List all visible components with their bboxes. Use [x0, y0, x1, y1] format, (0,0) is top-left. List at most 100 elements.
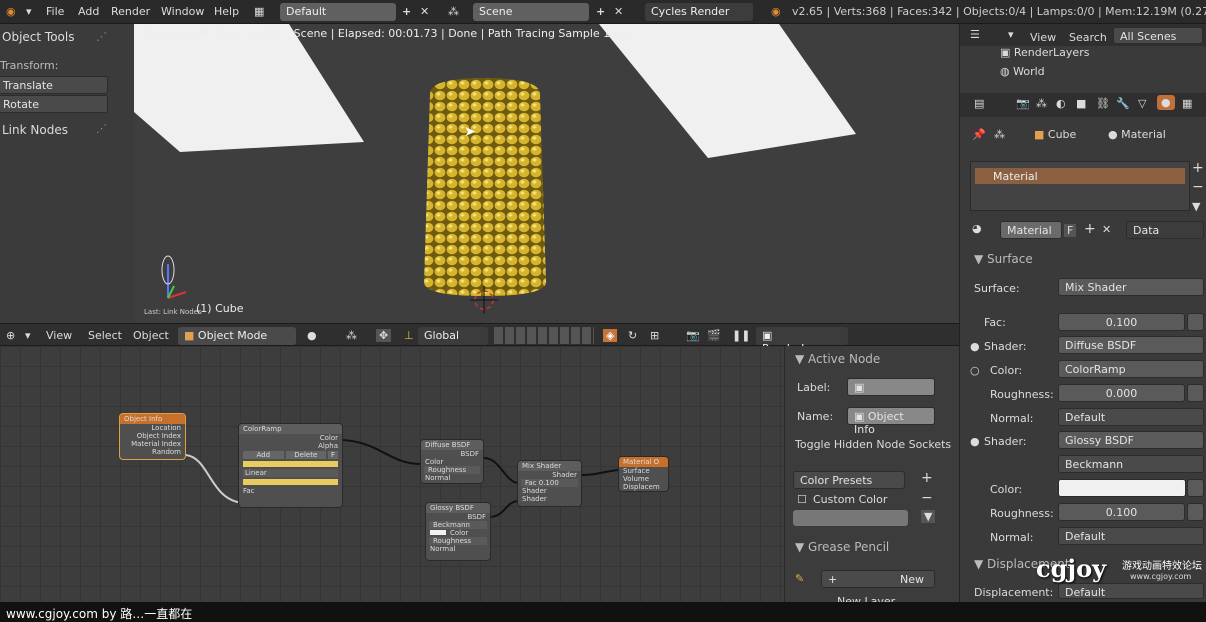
distribution-select[interactable]: Beckmann: [429, 521, 487, 529]
render-icon[interactable]: 📷: [686, 329, 700, 342]
toggle-hidden-sockets-button[interactable]: Toggle Hidden Node Sockets: [795, 438, 951, 451]
transform-orientation-icon[interactable]: ⊥: [404, 329, 414, 342]
color-link-icon[interactable]: ○: [970, 364, 980, 377]
node-mix-shader[interactable]: Mix Shader Shader Fac 0.100 Shader Shade…: [517, 460, 582, 507]
socket-bsdf[interactable]: BSDF: [421, 450, 483, 458]
proportional-edit-icon[interactable]: ◈: [603, 329, 618, 342]
socket-normal[interactable]: Normal: [426, 545, 490, 553]
socket-roughness[interactable]: Roughness: [424, 466, 480, 474]
roughness-slider[interactable]: 0.000: [1058, 384, 1185, 402]
data-tab-icon[interactable]: ▽: [1138, 97, 1146, 110]
socket-shader-1[interactable]: Shader: [518, 487, 581, 495]
custom-color-swatch[interactable]: [793, 510, 908, 526]
node-colorramp[interactable]: ColorRamp Color Alpha Add Delete F Linea…: [238, 423, 343, 508]
outliner-view-menu[interactable]: View: [1030, 31, 1056, 44]
fac-slider[interactable]: 0.100: [1058, 313, 1185, 331]
manipulator-icon[interactable]: ✥: [376, 329, 392, 342]
properties-editor-icon[interactable]: ▤: [974, 97, 984, 110]
scene-tab-icon[interactable]: ◐: [1056, 97, 1066, 110]
texture-tab-icon[interactable]: ▦: [1182, 97, 1192, 110]
material-name-field[interactable]: Material: [1000, 221, 1062, 239]
socket-surface[interactable]: Surface: [619, 467, 668, 475]
distribution-select[interactable]: Beckmann: [1058, 455, 1204, 473]
delete-stop-button[interactable]: Delete: [285, 451, 326, 459]
glossy-color-swatch[interactable]: [1058, 479, 1186, 497]
add-scene-icon[interactable]: +: [596, 5, 605, 18]
normal-select[interactable]: Default: [1058, 408, 1204, 426]
pin-icon[interactable]: 📌: [972, 128, 986, 141]
snap-target-icon[interactable]: ⊞: [650, 329, 659, 342]
outliner-item-world[interactable]: ◍ World: [1000, 65, 1045, 78]
drag-handle-icon-2[interactable]: ⋰: [96, 30, 107, 43]
glossy-roughness-link-button[interactable]: [1187, 503, 1204, 521]
remove-slot-icon[interactable]: −: [1192, 179, 1204, 195]
drag-handle-icon[interactable]: ⋰: [96, 122, 107, 135]
node-glossy-bsdf[interactable]: Glossy BSDF BSDF Beckmann Color Roughnes…: [425, 502, 491, 561]
display-mode-select[interactable]: All Scenes: [1113, 27, 1203, 44]
node-diffuse-bsdf[interactable]: Diffuse BSDF BSDF Color Roughness Normal: [420, 439, 484, 484]
editor-type-icon[interactable]: ⊕: [6, 329, 15, 342]
remove-layout-icon[interactable]: ✕: [420, 5, 429, 18]
name-field[interactable]: ▣ Object Info: [847, 407, 935, 436]
menu-render[interactable]: Render: [111, 5, 150, 18]
socket-shader-2[interactable]: Shader: [518, 495, 581, 503]
render-layer-field[interactable]: ▣ RenderLayer: [756, 327, 848, 355]
socket-color[interactable]: Color: [421, 458, 483, 466]
layout-field[interactable]: Default: [280, 3, 396, 21]
socket-shader-out[interactable]: Shader: [518, 471, 581, 479]
outliner-item-renderlayers[interactable]: ▣ RenderLayers: [1000, 46, 1089, 59]
color-swatch[interactable]: [430, 530, 446, 535]
node-editor[interactable]: Object Info Location Object Index Materi…: [0, 346, 784, 602]
add-stop-button[interactable]: Add: [243, 451, 284, 459]
interpolation-select[interactable]: Linear: [243, 469, 338, 477]
info-editor-icon[interactable]: ▾: [26, 5, 32, 18]
remove-scene-icon[interactable]: ✕: [614, 5, 623, 18]
node-object-info[interactable]: Object Info Location Object Index Materi…: [119, 413, 186, 460]
ramp-color-swatch[interactable]: [243, 479, 338, 485]
socket-alpha[interactable]: Alpha: [239, 442, 342, 450]
fac-link-button[interactable]: [1187, 313, 1204, 331]
shader2-select[interactable]: Glossy BSDF: [1058, 431, 1204, 449]
socket-bsdf[interactable]: BSDF: [426, 513, 490, 521]
glossy-roughness-slider[interactable]: 0.100: [1058, 503, 1185, 521]
menu-object[interactable]: Object: [133, 329, 169, 342]
material-tab-icon[interactable]: ●: [1157, 95, 1175, 110]
modifiers-tab-icon[interactable]: 🔧: [1116, 97, 1130, 110]
socket-roughness[interactable]: Roughness: [429, 537, 487, 545]
unlink-material-icon[interactable]: ✕: [1102, 223, 1111, 236]
render-tab-icon[interactable]: 📷: [1016, 97, 1030, 110]
socket-random[interactable]: Random: [120, 448, 185, 456]
socket-color[interactable]: Color: [426, 529, 490, 537]
socket-material-index[interactable]: Material Index: [120, 440, 185, 448]
scene-icon[interactable]: ⁂: [448, 5, 459, 18]
label-field[interactable]: ▣: [847, 378, 935, 396]
socket-color[interactable]: Color: [239, 434, 342, 442]
add-layout-icon[interactable]: +: [402, 5, 411, 18]
socket-fac[interactable]: Fac 0.100: [521, 479, 578, 487]
pause-icon[interactable]: ❚❚: [732, 329, 750, 342]
rotate-button[interactable]: Rotate: [0, 95, 108, 113]
material-slot[interactable]: Material: [975, 168, 1185, 184]
material-slot-list[interactable]: Material: [970, 161, 1190, 211]
fake-user-button[interactable]: F: [1064, 224, 1077, 237]
viewport-shading-icon[interactable]: ●: [307, 329, 317, 342]
translate-button[interactable]: Translate: [0, 76, 108, 94]
outliner-search-menu[interactable]: Search: [1069, 31, 1107, 44]
pivot-icon[interactable]: ⁂: [346, 329, 357, 342]
new-grease-button[interactable]: + New: [821, 570, 935, 588]
anim-render-icon[interactable]: 🎬: [707, 329, 721, 342]
shader1-select[interactable]: Diffuse BSDF: [1058, 336, 1204, 354]
mode-select[interactable]: ■ Object Mode: [178, 327, 296, 345]
material-browse-icon[interactable]: ◕: [972, 222, 982, 235]
surface-panel-header[interactable]: ▼ Surface: [974, 252, 1033, 266]
blender-logo-icon[interactable]: ◉: [6, 5, 16, 18]
add-slot-icon[interactable]: +: [1192, 160, 1204, 176]
outliner-editor-icon[interactable]: ☰: [970, 28, 980, 41]
3d-viewport[interactable]: Mem:6.41M, Peak: 6.41M | Scene | Elapsed…: [134, 24, 959, 323]
color-presets-select[interactable]: Color Presets: [793, 471, 905, 489]
pencil-icon[interactable]: ✎: [795, 572, 804, 585]
menu-help[interactable]: Help: [214, 5, 239, 18]
socket-fac[interactable]: Fac: [239, 487, 342, 495]
glossy-color-link-button[interactable]: [1187, 479, 1204, 497]
snap-icon[interactable]: ↻: [628, 329, 637, 342]
